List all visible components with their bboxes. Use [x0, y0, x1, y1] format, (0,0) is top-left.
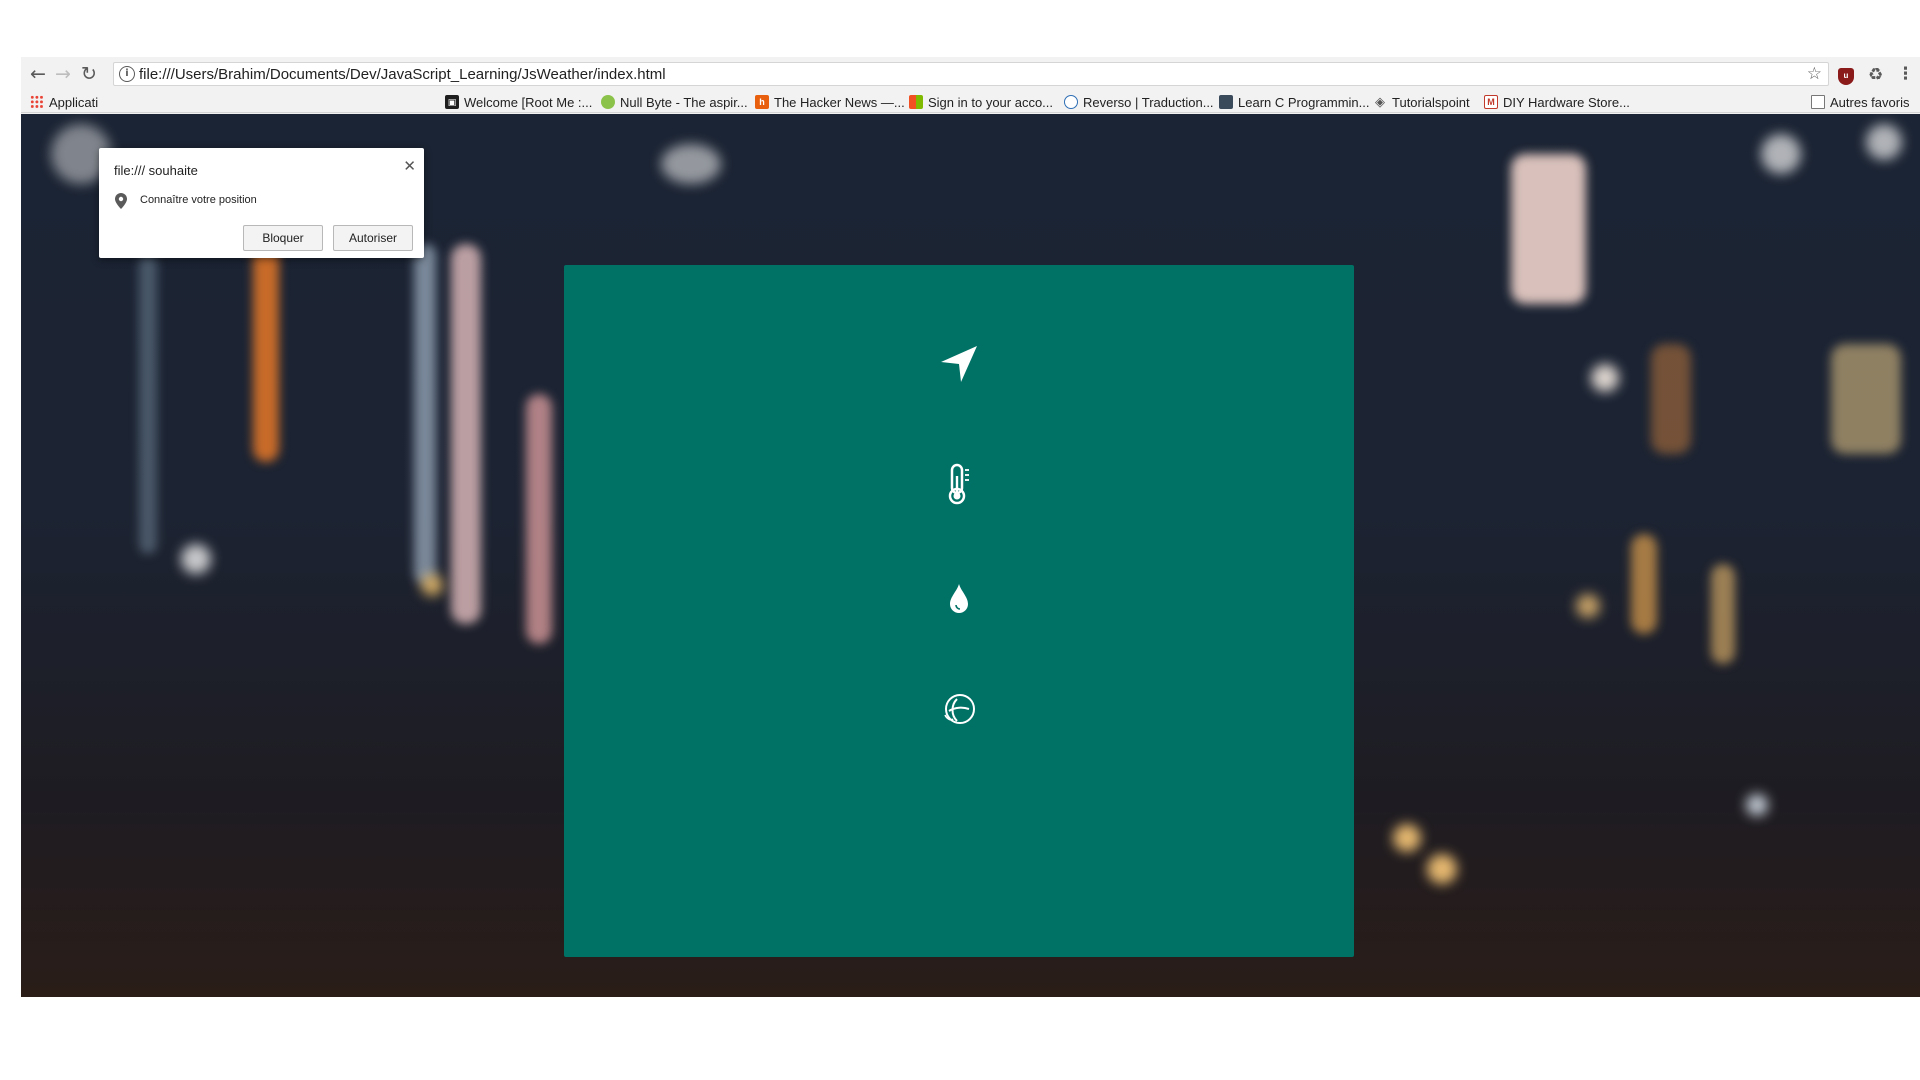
bookmark-label: Tutorialspoint — [1392, 94, 1470, 110]
background-light — [181, 544, 211, 574]
back-arrow-icon[interactable]: ← — [27, 63, 49, 85]
bookmark-microsoft[interactable]: Sign in to your acco... — [909, 93, 1053, 111]
browser-menu-icon[interactable]: ⋮ — [1897, 64, 1914, 84]
background-light — [421, 574, 443, 596]
background-light — [139, 254, 157, 554]
tutorialspoint-icon: ◈ — [1375, 94, 1385, 109]
bookmark-label: Sign in to your acco... — [928, 94, 1054, 110]
bookmarks-bar: Applicati ▣ Welcome [Root Me :... Null B… — [21, 89, 1920, 113]
allow-button[interactable]: Autoriser — [333, 225, 413, 251]
background-light — [414, 244, 436, 584]
bookmark-label: Applicati — [49, 94, 99, 110]
background-light — [1393, 824, 1421, 852]
nullbyte-icon — [601, 95, 615, 109]
browser-window: ← → ↻ i file:///Users/Brahim/Documents/D… — [21, 57, 1920, 997]
location-pin-icon — [115, 193, 127, 214]
bookmark-tutorialspoint[interactable]: ◈ Tutorialspoint — [1373, 93, 1470, 111]
bookmark-label: DIY Hardware Store... — [1503, 94, 1630, 110]
forward-arrow-icon[interactable]: → — [52, 63, 74, 85]
bookmark-apps[interactable]: Applicati — [30, 93, 98, 111]
bookmark-diy-hardware[interactable]: M DIY Hardware Store... — [1484, 93, 1630, 111]
bookmark-nullbyte[interactable]: Null Byte - The aspir... — [601, 93, 748, 111]
bookmark-star-icon[interactable]: ☆ — [1807, 64, 1822, 84]
background-light — [1746, 794, 1768, 816]
folder-icon — [1811, 95, 1825, 109]
bookmark-rootme[interactable]: ▣ Welcome [Root Me :... — [445, 93, 592, 111]
background-light — [1866, 124, 1902, 160]
location-arrow-icon — [935, 340, 983, 388]
bookmark-label: Learn C Programmin... — [1238, 94, 1370, 110]
background-light — [451, 244, 481, 624]
background-light — [1631, 534, 1657, 634]
background-light — [1511, 154, 1586, 304]
background-light — [526, 394, 552, 644]
browser-toolbar: ← → ↻ i file:///Users/Brahim/Documents/D… — [21, 59, 1920, 89]
page-info-icon[interactable]: i — [119, 66, 135, 82]
background-light — [1711, 564, 1735, 664]
bookmark-other-folder[interactable]: Autres favoris — [1811, 93, 1909, 111]
bookmark-reverso[interactable]: Reverso | Traduction... — [1064, 93, 1214, 111]
hackernews-icon: h — [755, 95, 769, 109]
background-light — [1651, 344, 1691, 454]
recycle-extension-icon[interactable]: ♻ — [1868, 65, 1883, 85]
microsoft-icon — [909, 95, 923, 109]
bookmark-label: Reverso | Traduction... — [1083, 94, 1214, 110]
thermometer-icon — [935, 460, 983, 508]
background-light — [661, 144, 721, 184]
apps-grid-icon — [30, 95, 44, 109]
background-light — [1761, 134, 1801, 174]
bookmark-label: The Hacker News —... — [774, 94, 905, 110]
weather-card — [564, 265, 1354, 957]
ublock-extension-icon[interactable]: u — [1838, 68, 1854, 85]
bookmark-learnc[interactable]: Learn C Programmin... — [1219, 93, 1370, 111]
background-light — [1591, 364, 1619, 392]
background-light — [1576, 594, 1600, 618]
location-permission-prompt: file:/// souhaite ✕ Connaître votre posi… — [99, 148, 424, 258]
water-drop-icon — [935, 575, 983, 623]
page-viewport: file:/// souhaite ✕ Connaître votre posi… — [21, 114, 1920, 997]
close-icon[interactable]: ✕ — [403, 157, 416, 175]
learnc-icon — [1219, 95, 1233, 109]
bookmark-label: Welcome [Root Me :... — [464, 94, 593, 110]
address-url[interactable]: file:///Users/Brahim/Documents/Dev/JavaS… — [139, 66, 666, 83]
background-light — [1427, 854, 1457, 884]
bookmark-label: Null Byte - The aspir... — [620, 94, 748, 110]
gmail-icon: M — [1484, 95, 1498, 109]
wind-globe-icon — [935, 685, 983, 733]
rootme-icon: ▣ — [445, 95, 459, 109]
block-button[interactable]: Bloquer — [243, 225, 323, 251]
prompt-request-text: Connaître votre position — [140, 194, 257, 206]
bookmark-hackernews[interactable]: h The Hacker News —... — [755, 93, 905, 111]
address-bar[interactable]: i file:///Users/Brahim/Documents/Dev/Jav… — [113, 62, 1829, 86]
background-light — [1831, 344, 1901, 454]
reload-icon[interactable]: ↻ — [78, 63, 100, 85]
reverso-icon — [1064, 95, 1078, 109]
prompt-title: file:/// souhaite — [114, 163, 198, 178]
bookmark-label: Autres favoris — [1830, 94, 1910, 110]
